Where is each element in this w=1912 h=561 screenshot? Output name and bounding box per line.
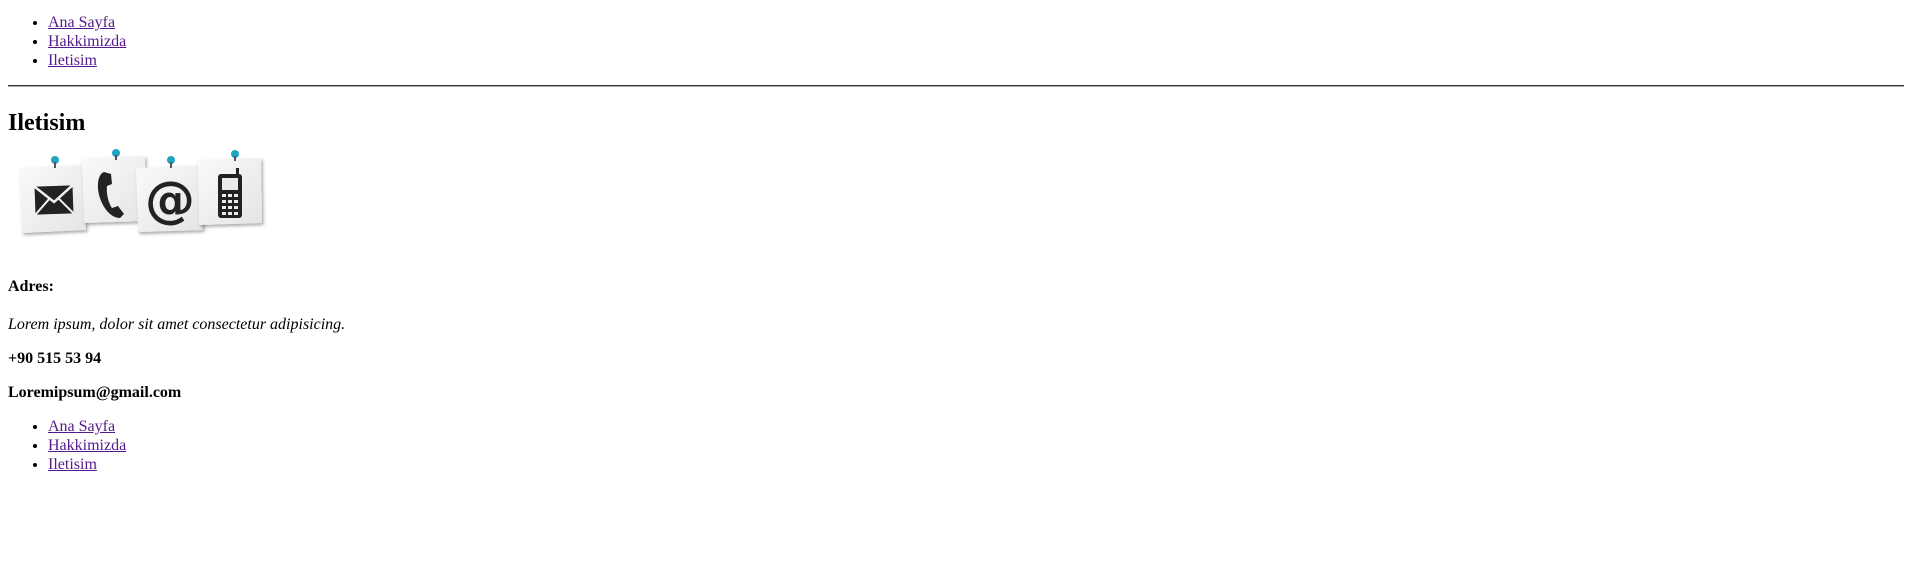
nav-item-contact: Iletisim (48, 51, 1904, 70)
envelope-icon (20, 156, 86, 233)
nav-link-about[interactable]: Hakkimizda (48, 437, 126, 454)
page-title: Iletisim (8, 110, 86, 136)
svg-text:@: @ (145, 171, 195, 229)
nav-item-contact: Iletisim (48, 455, 1904, 474)
page: Ana Sayfa Hakkimizda Iletisim Iletisim (0, 13, 1912, 561)
nav-item-about: Hakkimizda (48, 436, 1904, 455)
divider (8, 85, 1904, 87)
nav-link-contact[interactable]: Iletisim (48, 456, 97, 473)
nav-item-home: Ana Sayfa (48, 13, 1904, 32)
top-nav: Ana Sayfa Hakkimizda Iletisim (8, 13, 1904, 70)
contact-icons-image: @ (20, 149, 262, 233)
nav-item-about: Hakkimizda (48, 32, 1904, 51)
nav-item-home: Ana Sayfa (48, 417, 1904, 436)
nav-link-contact[interactable]: Iletisim (48, 52, 97, 69)
at-sign-icon: @ (136, 156, 203, 232)
address-label: Adres: (8, 278, 54, 295)
phone-icon (82, 149, 146, 223)
address-text: Lorem ipsum, dolor sit amet consectetur … (8, 316, 346, 333)
nav-link-about[interactable]: Hakkimizda (48, 33, 126, 50)
nav-link-home[interactable]: Ana Sayfa (48, 14, 115, 31)
bottom-nav: Ana Sayfa Hakkimizda Iletisim (8, 417, 1904, 474)
phone-number: +90 515 53 94 (8, 350, 102, 367)
mobile-phone-icon (198, 150, 262, 225)
nav-link-home[interactable]: Ana Sayfa (48, 418, 115, 435)
email-address: Loremipsum@gmail.com (8, 384, 182, 401)
